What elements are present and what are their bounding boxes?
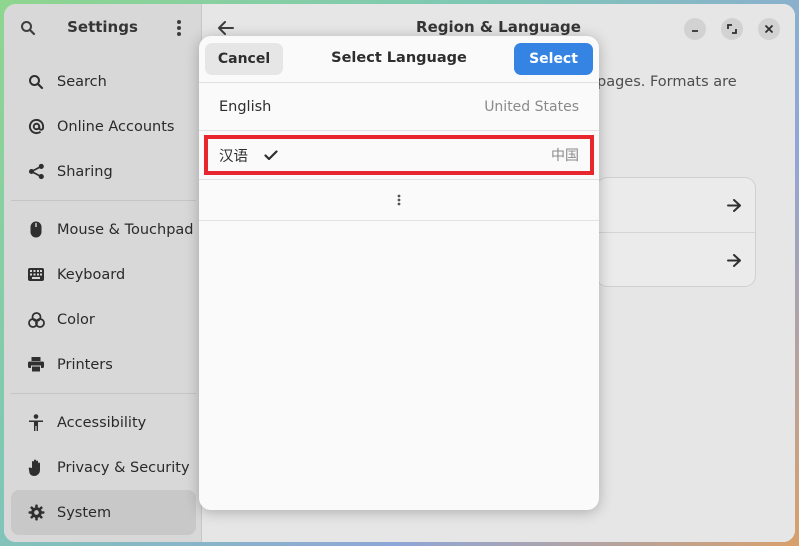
select-button[interactable]: Select	[514, 43, 593, 75]
more-vertical-icon	[397, 194, 401, 206]
language-region: United States	[484, 98, 579, 115]
language-name: 汉语	[219, 148, 248, 165]
selection-highlight	[204, 135, 594, 175]
language-item-chinese[interactable]: 汉语 中国	[199, 131, 599, 180]
language-item-english[interactable]: English United States	[199, 83, 599, 131]
language-name: English	[219, 98, 272, 115]
checkmark-icon	[264, 149, 278, 161]
language-region: 中国	[551, 148, 579, 164]
dialog-header: Cancel Select Language Select	[199, 36, 599, 83]
more-languages-button[interactable]	[199, 180, 599, 221]
select-language-dialog: Cancel Select Language Select English Un…	[199, 36, 599, 510]
